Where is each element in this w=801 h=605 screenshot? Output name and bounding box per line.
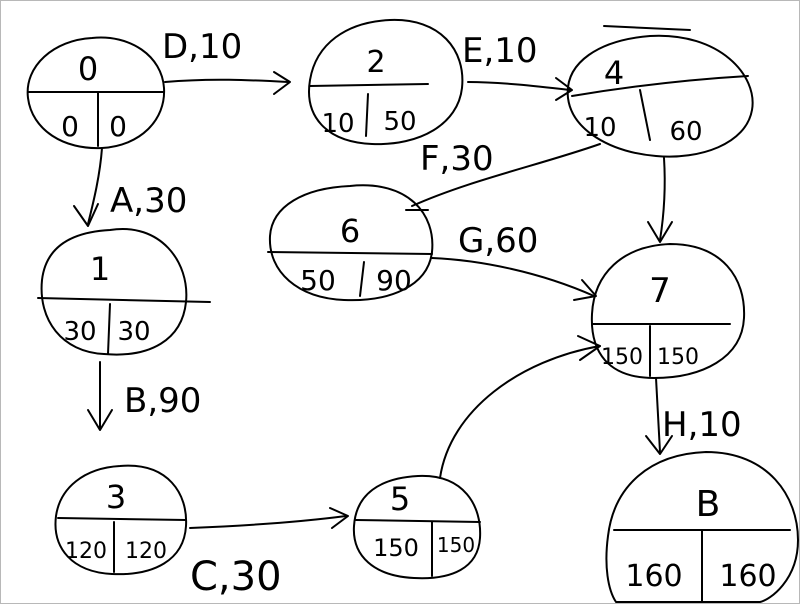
node-label: 7	[649, 271, 671, 311]
node-1: 1 30 30	[37, 227, 211, 356]
node-right-value: 60	[669, 117, 702, 147]
node-label: 6	[340, 212, 360, 250]
node-0: 0 0 0	[26, 36, 166, 150]
edge-4-7	[647, 157, 673, 243]
node-left-value: 150	[601, 345, 643, 370]
node-left-value: 0	[61, 110, 79, 143]
node-right-value: 160	[719, 559, 776, 594]
edge-label: H,10	[662, 405, 742, 445]
node-right-value: 150	[657, 345, 699, 370]
node-left-value: 10	[583, 113, 616, 143]
node-label: 0	[78, 50, 98, 88]
node-label: 1	[90, 250, 110, 288]
node-b: B 160 160	[605, 451, 799, 603]
edge-label: E,10	[462, 31, 538, 71]
edge-5-7	[439, 335, 601, 479]
node-left-value: 10	[321, 109, 354, 139]
node-right-value: 90	[376, 264, 412, 297]
node-label: B	[696, 484, 721, 525]
node-right-value: 30	[117, 317, 150, 347]
edge-1-3: B,90	[87, 361, 201, 431]
edge-4-6: F,30	[405, 139, 601, 211]
edge-label: D,10	[162, 27, 242, 67]
edge-2-4: E,10	[462, 31, 573, 101]
node-label: 4	[604, 54, 624, 92]
node-left-value: 160	[625, 559, 682, 594]
node-left-value: 50	[300, 264, 336, 297]
node-5: 5 150 150	[352, 474, 482, 580]
edge-label: C,30	[190, 554, 282, 600]
node-right-value: 0	[109, 110, 127, 143]
diagram-canvas: D,10 A,30 E,10 F,30 B,90 G,60 C,30 H,10 …	[0, 0, 800, 604]
node-6: 6 50 90	[267, 184, 434, 302]
node-label: 5	[390, 480, 410, 518]
node-label: 3	[106, 478, 126, 516]
edge-label: B,90	[124, 381, 201, 421]
node-left-value: 120	[65, 539, 107, 564]
edge-0-1: A,30	[73, 147, 187, 227]
node-left-value: 30	[63, 317, 96, 347]
node-right-value: 120	[125, 539, 167, 564]
edge-label: F,30	[420, 139, 494, 179]
node-4: 4 10 60	[566, 25, 754, 158]
node-right-value: 50	[383, 107, 416, 137]
node-3: 3 120 120	[54, 464, 188, 576]
node-right-value: 150	[437, 533, 475, 557]
edge-0-2: D,10	[162, 27, 291, 95]
node-label: 2	[366, 45, 385, 80]
edge-label: G,60	[458, 221, 538, 261]
edge-7-8: H,10	[645, 377, 742, 455]
edge-3-5: C,30	[189, 507, 349, 600]
edge-6-7: G,60	[431, 221, 597, 301]
node-left-value: 150	[373, 534, 419, 562]
node-7: 7 150 150	[590, 243, 746, 379]
node-2: 2 10 50	[308, 18, 464, 146]
edge-label: A,30	[110, 181, 187, 221]
